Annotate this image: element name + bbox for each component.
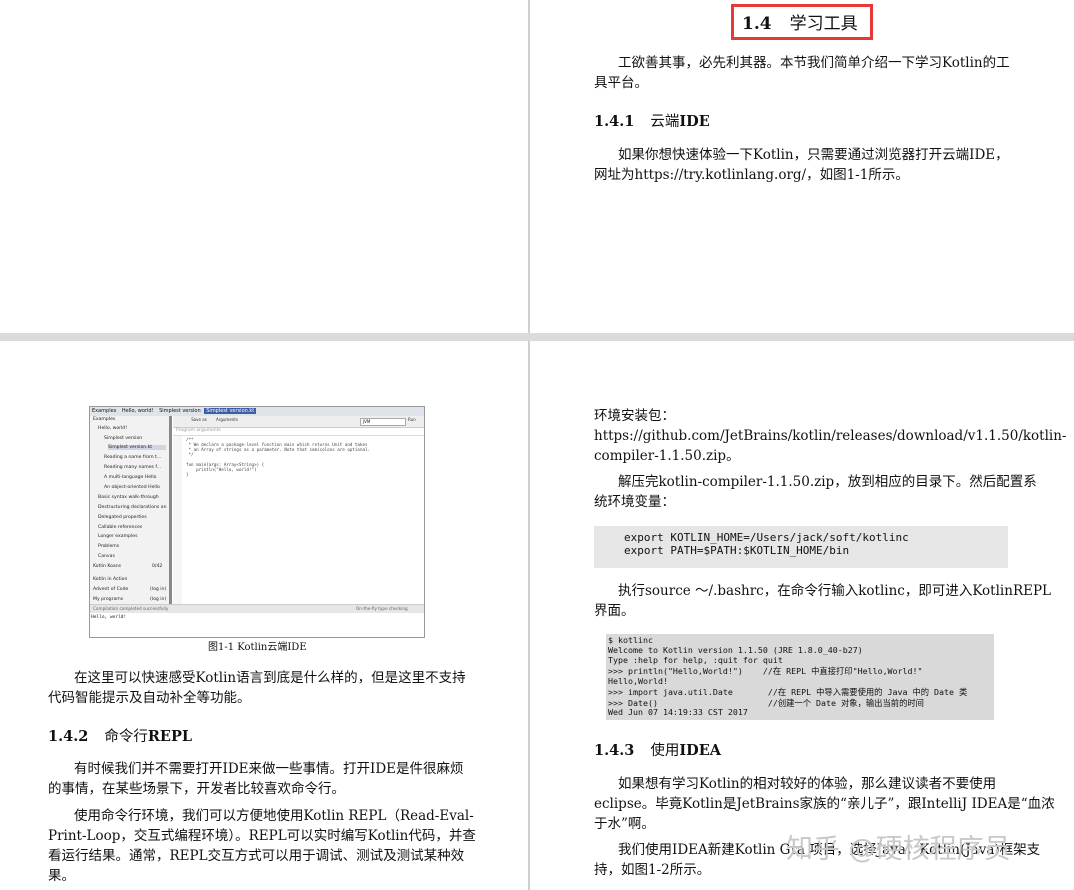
- code-line: export KOTLIN_HOME=/Users/jack/soft/kotl…: [624, 531, 909, 544]
- ide-sidebar-item: Basic syntax walk-through: [98, 495, 159, 500]
- subsection-142: 1.4.2 命令行REPL: [48, 725, 192, 746]
- download-url-line-1: https://github.com/JetBrains/kotlin/rele…: [594, 428, 1067, 444]
- ide-sidebar-item: Delegated properties: [98, 515, 147, 520]
- para2-line-2: 的事情，在某些场景下，开发者比较喜欢命令行。: [48, 781, 345, 797]
- ide-sidebar-scrollbar: [169, 416, 172, 604]
- para-d-line-2: 持，如图1-2所示。: [594, 862, 711, 878]
- subsection-142-number: 1.4.2: [48, 728, 89, 745]
- code-block-env: export KOTLIN_HOME=/Users/jack/soft/kotl…: [594, 526, 1008, 568]
- para1-line-2: 代码智能提示及自动补全等功能。: [48, 690, 251, 706]
- ide-sidebar-item: Simplest version: [104, 436, 143, 441]
- ide-sidebar-item: Examples: [93, 417, 116, 422]
- ide-sidebar-item: Canvas: [98, 554, 115, 559]
- subsection-143-zh: 使用: [650, 743, 680, 759]
- ide-status-left: Compilation completed successfully: [93, 606, 169, 611]
- intro-line-2: 具平台。: [594, 75, 648, 91]
- subsection-143-number: 1.4.3: [594, 742, 635, 759]
- ide-breadcrumb-item: Hello, world!: [121, 408, 154, 414]
- ide-breadcrumb-item-current: Simplest version.kt: [204, 408, 257, 414]
- ide-line-gutter: [173, 436, 182, 604]
- ide-status-right: On-the-fly type checking: [356, 606, 408, 611]
- code-block-repl: $ kotlinc Welcome to Kotlin version 1.1.…: [606, 634, 994, 720]
- para3-line-4: 果。: [48, 868, 75, 884]
- ide-code-line: * an Array of strings as a parameter. No…: [186, 447, 371, 452]
- para-141-line-2: 网址为https://try.kotlinlang.org/，如图1-1所示。: [594, 167, 909, 183]
- ide-sidebar-item: Callable references: [98, 525, 143, 530]
- code-line: Wed Jun 07 14:19:33 CST 2017: [608, 707, 748, 717]
- para-c-line-3: 于水”啊。: [594, 816, 655, 832]
- ide-breadcrumb-item: Simplest version: [159, 408, 201, 414]
- para-a-line-2: 统环境变量：: [594, 494, 675, 510]
- ide-sidebar-item: An object-oriented Hello: [104, 485, 160, 490]
- subsection-141: 1.4.1 云端IDE: [594, 110, 710, 131]
- para3-line-1: 使用命令行环境，我们可以方便地使用Kotlin REPL（Read-Eval-: [74, 808, 474, 824]
- figure-caption: 图1-1 Kotlin云端IDE: [208, 642, 307, 653]
- para1-line-1: 在这里可以快速感受Kotlin语言到底是什么样的，但是这里不支持: [74, 670, 466, 686]
- code-line: Type :help for help, :quit for quit: [608, 655, 783, 665]
- ide-sidebar-login: (log in): [150, 597, 167, 602]
- ide-code-line: }: [186, 472, 189, 477]
- ide-code-line: */: [186, 452, 194, 457]
- code-line: Hello,World!: [608, 676, 668, 686]
- para-a-line-1: 解压完kotlin-compiler-1.1.50.zip，放到相应的目录下。然…: [618, 474, 1037, 490]
- text-line: 环境安装包：: [594, 408, 675, 424]
- ide-sidebar-item: Longer examples: [98, 534, 138, 539]
- page-divider-horizontal: [0, 333, 1074, 341]
- ide-sidebar-login: (log in): [150, 587, 167, 592]
- section-title-box: 1.4 学习工具: [731, 4, 873, 40]
- ide-output: Hello, world!: [91, 615, 127, 620]
- para3-line-2: Print-Loop，交互式编程环境）。REPL可以实时编写Kotlin代码，并…: [48, 828, 476, 844]
- page-bottom-right: 环境安装包： https://github.com/JetBrains/kotl…: [530, 341, 1074, 890]
- subsection-141-zh: 云端: [650, 114, 680, 130]
- ide-sidebar-item: Problems: [98, 544, 120, 549]
- page-top-left: [0, 0, 528, 333]
- code-line: Welcome to Kotlin version 1.1.50 (JRE 1.…: [608, 645, 863, 655]
- ide-sidebar-item: A multi-language Hello: [104, 475, 157, 480]
- ide-sidebar-item: Kotlin Koans: [93, 564, 122, 569]
- ide-sidebar-item: Kotlin in Action: [93, 577, 128, 582]
- ide-sidebar-item: Reading many names f...: [104, 465, 162, 470]
- ide-sidebar-item: Advent of Code: [93, 587, 129, 592]
- ide-program-arguments: Program arguments: [173, 428, 424, 436]
- ide-sidebar-item: Reading a name from t...: [104, 455, 162, 460]
- ide-breadcrumb: Examples Hello, world! Simplest version …: [90, 407, 424, 416]
- watermark: 知乎 @硬核程序员: [786, 834, 1011, 865]
- figure-cloud-ide-screenshot: Examples Hello, world! Simplest version …: [89, 406, 425, 638]
- para-b-line-1: 执行source ～/.bashrc，在命令行输入kotlinc，即可进入Kot…: [618, 583, 1052, 599]
- page-bottom-left: Examples Hello, world! Simplest version …: [0, 341, 528, 890]
- download-url-line-2: compiler-1.1.50.zip。: [594, 448, 740, 464]
- subsection-142-en: REPL: [147, 728, 193, 745]
- subsection-143-en: IDEA: [679, 742, 722, 759]
- subsection-142-zh: 命令行: [104, 729, 148, 745]
- code-line: export PATH=$PATH:$KOTLIN_HOME/bin: [624, 544, 850, 557]
- para3-line-3: 看运行结果。通常，REPL交互方式可以用于调试、测试及测试某种效: [48, 848, 465, 864]
- ide-sidebar-item-selected: Simplest version.kt: [108, 445, 166, 450]
- para2-line-1: 有时候我们并不需要打开IDE来做一些事情。打开IDE是件很麻烦: [74, 761, 464, 777]
- ide-program-arguments-label: Program arguments: [176, 428, 221, 433]
- ide-sidebar-item: Destructuring declarations an: [98, 505, 167, 510]
- ide-sidebar-item: My programs: [93, 597, 124, 602]
- code-line: $ kotlinc: [608, 635, 653, 645]
- ide-platform-select: JVM: [360, 418, 406, 426]
- ide-toolbar-save-as: Save as: [191, 417, 207, 422]
- ide-status-bar: Compilation completed successfully On-th…: [90, 604, 424, 613]
- subsection-141-en: IDE: [679, 113, 710, 130]
- para-c-line-2: eclipse。毕竟Kotlin是JetBrains家族的“亲儿子”，跟Inte…: [594, 796, 1055, 812]
- para-c-line-1: 如果想有学习Kotlin的相对较好的体验，那么建议读者不要使用: [618, 776, 997, 792]
- para-141-line-1: 如果你想快速体验一下Kotlin，只需要通过浏览器打开云端IDE，: [618, 147, 1009, 163]
- ide-sidebar-item: Hello, world!: [98, 426, 128, 431]
- ide-toolbar-arguments: Arguments: [216, 417, 238, 422]
- subsection-141-number: 1.4.1: [594, 113, 635, 130]
- section-title: 学习工具: [789, 14, 858, 34]
- ide-breadcrumb-item: Examples: [92, 408, 117, 414]
- ide-code-line: println("Hello, world!"): [186, 467, 257, 472]
- para-b-line-2: 界面。: [594, 603, 635, 619]
- subsection-143: 1.4.3 使用IDEA: [594, 739, 721, 760]
- section-number: 1.4: [742, 14, 772, 34]
- page-top-right: 1.4 学习工具 工欲善其事，必先利其器。本节我们简单介绍一下学习Kotlin的工…: [530, 0, 1074, 333]
- intro-line-1: 工欲善其事，必先利其器。本节我们简单介绍一下学习Kotlin的工: [618, 55, 1010, 71]
- ide-sidebar: Examples Hello, world! Simplest version …: [90, 416, 171, 604]
- ide-run-button: Run: [408, 417, 416, 422]
- ide-sidebar-koans-count: 0/42: [152, 564, 163, 569]
